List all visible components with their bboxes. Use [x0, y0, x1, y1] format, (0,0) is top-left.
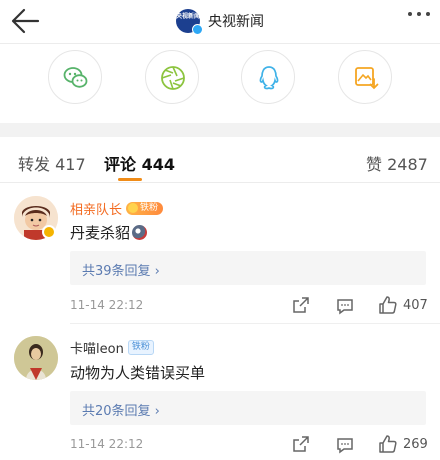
- like-thumb-icon[interactable]: [378, 295, 398, 315]
- dot: [408, 12, 412, 16]
- save-image-button[interactable]: [338, 50, 392, 104]
- comment-text: 丹麦杀貂: [70, 222, 148, 243]
- comment-user-line: 相亲队长 铁粉: [70, 199, 164, 218]
- wechat-icon: [63, 67, 88, 88]
- verified-v-icon: [192, 24, 203, 35]
- emoji-icon: [132, 225, 148, 240]
- share-wechat-button[interactable]: [48, 50, 102, 104]
- tab-likes[interactable]: 赞 2487: [366, 151, 428, 175]
- like-count: 407: [403, 298, 428, 313]
- tab-reposts-count: 417: [55, 155, 86, 174]
- replies-box[interactable]: 共20条回复 ›: [70, 391, 426, 425]
- share-row: [0, 50, 440, 110]
- tab-reposts[interactable]: 转发 417: [18, 151, 86, 175]
- comment-reply-icon[interactable]: [336, 297, 354, 315]
- account-brand[interactable]: 央视新闻 央视新闻: [176, 9, 264, 35]
- more-dots-icon[interactable]: [408, 12, 430, 16]
- dot: [417, 12, 421, 16]
- comment-separator: [70, 323, 440, 324]
- replies-box[interactable]: 共39条回复 ›: [70, 251, 426, 285]
- tab-likes-label: 赞: [366, 155, 383, 174]
- share-moments-button[interactable]: [145, 50, 199, 104]
- save-image-icon: [355, 67, 379, 90]
- username[interactable]: 相亲队长: [70, 199, 122, 218]
- back-button[interactable]: [10, 6, 42, 36]
- active-tab-indicator: [118, 178, 142, 181]
- like-count: 269: [403, 437, 428, 452]
- comment-text: 动物为人类错误买单: [70, 362, 205, 383]
- avatar[interactable]: [14, 336, 58, 380]
- account-logo: 央视新闻: [176, 9, 203, 35]
- account-logo-text: 央视新闻: [176, 13, 201, 20]
- comment-reply-icon[interactable]: [336, 436, 354, 454]
- like-thumb-icon[interactable]: [378, 434, 398, 454]
- comment-body: 丹麦杀貂: [70, 224, 131, 242]
- dot: [426, 12, 430, 16]
- replies-link[interactable]: 共20条回复 ›: [82, 400, 160, 419]
- tab-comments[interactable]: 评论 444: [104, 151, 175, 175]
- repost-icon[interactable]: [292, 296, 310, 314]
- fan-badge: 铁粉: [127, 340, 154, 355]
- comment-user-line: 卡喵leon 铁粉: [70, 338, 154, 357]
- section-spacer: [0, 123, 440, 137]
- back-arrow-icon: [11, 8, 40, 34]
- replies-link[interactable]: 共39条回复 ›: [82, 260, 160, 279]
- top-bar: 央视新闻 央视新闻: [0, 0, 440, 42]
- avatar-illustration: [14, 336, 58, 380]
- tab-reposts-label: 转发: [18, 155, 51, 174]
- tab-comments-label: 评论: [104, 155, 137, 174]
- comment-time: 11-14 22:12: [70, 437, 144, 451]
- username[interactable]: 卡喵leon: [70, 338, 124, 357]
- tab-bar: 转发 417 评论 444 赞 2487: [0, 137, 440, 183]
- account-name: 央视新闻: [208, 14, 264, 30]
- qq-icon: [259, 66, 279, 90]
- tab-comments-count: 444: [141, 155, 175, 174]
- tab-likes-count: 2487: [387, 155, 428, 174]
- verified-badge-icon: [42, 225, 56, 239]
- repost-icon[interactable]: [292, 435, 310, 453]
- share-qq-button[interactable]: [241, 50, 295, 104]
- fan-badge: 铁粉: [126, 202, 164, 215]
- moments-shutter-icon: [161, 66, 185, 90]
- comment-body: 动物为人类错误买单: [70, 364, 206, 382]
- comment-time: 11-14 22:12: [70, 298, 144, 312]
- divider: [0, 43, 440, 44]
